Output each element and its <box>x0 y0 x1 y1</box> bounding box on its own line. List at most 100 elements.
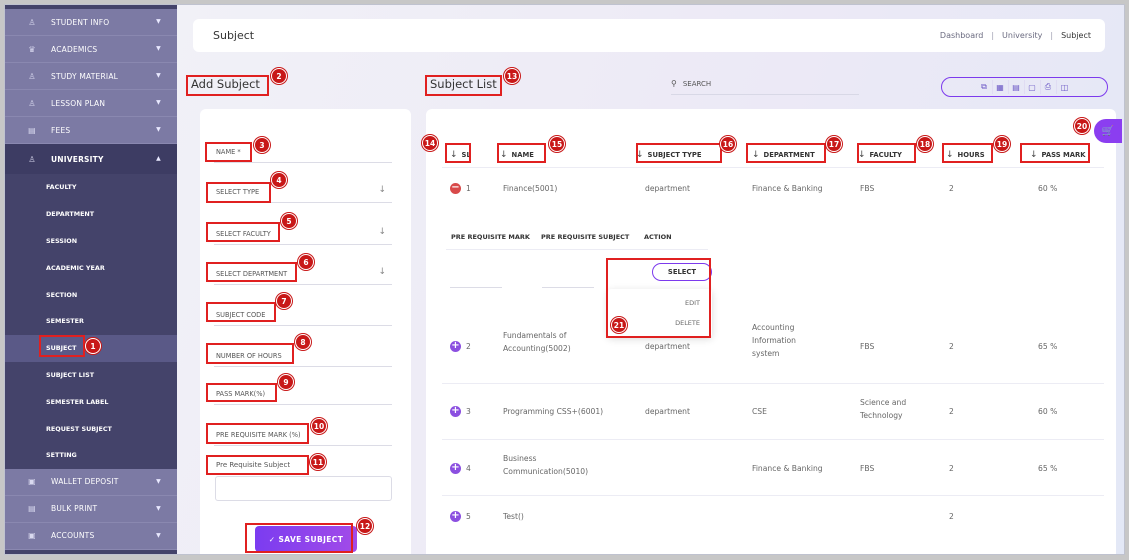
arrow-down-icon: ↓ <box>378 267 386 277</box>
arrow-down-icon: ↓ <box>378 227 386 237</box>
column-header-label: NAME <box>511 151 534 159</box>
breadcrumb-subject: Subject <box>1061 31 1091 40</box>
sidebar-item-academics[interactable]: ♛ ACADEMICS ▼ <box>5 36 177 63</box>
sort-arrow-icon: ↓ <box>636 150 644 160</box>
row-divider <box>442 383 1104 384</box>
sidebar-item-bulk-print[interactable]: ▤ BULK PRINT ▼ <box>5 495 177 523</box>
action-select-button[interactable]: SELECT <box>652 263 712 281</box>
sidebar-sub-faculty[interactable]: FACULTY <box>5 174 177 201</box>
name-field[interactable]: NAME * <box>214 141 392 163</box>
collapse-icon[interactable]: − <box>450 183 461 194</box>
sidebar-sub-section[interactable]: SECTION <box>5 281 177 308</box>
select-type-label: SELECT TYPE <box>216 187 260 196</box>
select-type-dropdown[interactable]: SELECT TYPE ↓ <box>214 181 392 203</box>
sidebar-item-study-material[interactable]: ♙ STUDY MATERIAL ▼ <box>5 63 177 90</box>
subject-list-table: ↓ SL ↓ NAME ↓ SUBJECT TYPE ↓ DEPARTMENT ↓ FAC… <box>426 109 1116 554</box>
annotation-badge: 19 <box>994 136 1010 152</box>
sidebar-sub-academic-year[interactable]: ACADEMIC YEAR <box>5 254 177 282</box>
cell-name: Finance(5001) <box>503 184 558 193</box>
breadcrumb-separator: | <box>991 31 995 40</box>
annotation-badge: 2 <box>271 68 287 84</box>
column-header-hours[interactable]: ↓ HOURS <box>946 149 985 161</box>
sidebar-item-label: STUDY MATERIAL <box>51 71 119 81</box>
column-header-label: HOURS <box>957 151 985 159</box>
sidebar-item-accounts[interactable]: ▣ ACCOUNTS ▼ <box>5 522 177 550</box>
print-icon[interactable]: ⎙ <box>1041 80 1057 94</box>
sidebar-item-student-info[interactable]: ♙ STUDENT INFO ▼ <box>5 9 177 36</box>
menu-item-edit[interactable]: EDIT <box>685 299 700 307</box>
chevron-down-icon: ▼ <box>156 18 161 25</box>
sort-arrow-icon: ↓ <box>450 150 458 160</box>
column-header-label: FACULTY <box>869 151 902 159</box>
cell-sl: 5 <box>466 512 471 521</box>
main-content: Subject Dashboard | University | Subject… <box>177 5 1124 554</box>
header-divider <box>442 167 1104 168</box>
breadcrumb-dashboard[interactable]: Dashboard <box>940 31 983 40</box>
column-header-sl[interactable]: ↓ SL <box>450 149 471 161</box>
breadcrumb-university[interactable]: University <box>1002 31 1042 40</box>
pre-requisite-subject-input[interactable] <box>215 476 392 501</box>
export-toolbar: ⧉ ▦ ▤ ▢ ⎙ ◫ <box>941 77 1108 97</box>
sidebar-sub-department[interactable]: DEPARTMENT <box>5 200 177 228</box>
sidebar-item-label: ACADEMICS <box>51 44 98 54</box>
expand-icon[interactable]: + <box>450 341 461 352</box>
name-field-label: NAME * <box>216 147 241 156</box>
pass-mark-field[interactable]: PASS MARK(%) <box>214 383 392 405</box>
expand-icon[interactable]: + <box>450 463 461 474</box>
page-header: Subject Dashboard | University | Subject <box>193 19 1105 52</box>
sidebar-item-wallet-deposit[interactable]: ▣ WALLET DEPOSIT ▼ <box>5 468 177 496</box>
cell-pass-mark: 60 % <box>1038 407 1058 416</box>
wallet-icon: ▣ <box>28 477 36 487</box>
annotation-badge: 20 <box>1074 118 1090 134</box>
sidebar-item-university[interactable]: ♙ UNIVERSITY ▲ <box>5 144 177 174</box>
row-divider <box>442 439 1104 440</box>
subject-code-field[interactable]: SUBJECT CODE <box>214 304 392 326</box>
search-input[interactable]: ⚲ SEARCH <box>671 73 859 95</box>
sidebar-sub-semester-label[interactable]: SEMESTER LABEL <box>5 388 177 416</box>
columns-icon[interactable]: ◫ <box>1057 80 1073 94</box>
column-header-subject-type[interactable]: ↓ SUBJECT TYPE <box>636 149 702 161</box>
sidebar-sub-subject-list[interactable]: SUBJECT LIST <box>5 361 177 389</box>
chevron-down-icon: ▼ <box>156 531 161 539</box>
sidebar-item-label: FEES <box>51 125 71 135</box>
annotation-badge: 11 <box>310 454 326 470</box>
column-header-department[interactable]: ↓ DEPARTMENT <box>752 149 815 161</box>
sort-arrow-icon: ↓ <box>752 150 760 160</box>
cell-department: Accounting Information system <box>752 323 796 358</box>
chevron-down-icon: ▼ <box>156 99 161 106</box>
annotation-badge: 12 <box>357 518 373 534</box>
excel-icon[interactable]: ▦ <box>993 80 1009 94</box>
expand-icon[interactable]: + <box>450 406 461 417</box>
annotation-badge: 1 <box>85 338 101 354</box>
sidebar-item-label: UNIVERSITY <box>51 154 104 164</box>
pre-requisite-mark-label: PRE REQUISITE MARK (%) <box>216 430 301 439</box>
column-header-pass-mark[interactable]: ↓ PASS MARK <box>1030 149 1086 161</box>
menu-item-delete[interactable]: DELETE <box>675 319 700 327</box>
sidebar-sub-setting[interactable]: SETTING <box>5 441 177 469</box>
csv-icon[interactable]: ▤ <box>1009 80 1025 94</box>
copy-icon[interactable]: ⧉ <box>977 80 993 94</box>
sidebar-item-label: STUDENT INFO <box>51 17 110 27</box>
cell-name: Programming CSS+(6001) <box>503 407 604 416</box>
sidebar-sub-request-subject[interactable]: REQUEST SUBJECT <box>5 415 177 442</box>
sidebar-sub-session[interactable]: SESSION <box>5 227 177 255</box>
pre-requisite-mark-field[interactable]: PRE REQUISITE MARK (%) <box>214 424 392 446</box>
sidebar-item-fees[interactable]: ▤ FEES ▼ <box>5 117 177 144</box>
select-faculty-label: SELECT FACULTY <box>216 229 271 238</box>
sidebar-sub-semester[interactable]: SEMESTER <box>5 307 177 335</box>
cell-hours: 2 <box>949 464 954 473</box>
annotation-badge: 18 <box>917 136 933 152</box>
column-header-faculty[interactable]: ↓ FACULTY <box>858 149 902 161</box>
annotation-badge: 6 <box>298 254 314 270</box>
cell-pass-mark: 65 % <box>1038 464 1058 473</box>
cart-icon[interactable]: 🛒 <box>1094 119 1122 143</box>
pre-requisite-subject-text: Pre Requisite Subject <box>216 461 291 469</box>
sidebar-item-lesson-plan[interactable]: ♙ LESSON PLAN ▼ <box>5 90 177 117</box>
select-faculty-dropdown[interactable]: SELECT FACULTY ↓ <box>214 223 392 245</box>
pdf-icon[interactable]: ▢ <box>1025 80 1041 94</box>
save-subject-button[interactable]: ✓ SAVE SUBJECT <box>255 526 357 552</box>
column-header-name[interactable]: ↓ NAME <box>500 149 534 161</box>
sub-header-pre-mark: PRE REQUISITE MARK <box>451 233 530 241</box>
chevron-down-icon: ▼ <box>156 45 161 52</box>
expand-icon[interactable]: + <box>450 511 461 522</box>
